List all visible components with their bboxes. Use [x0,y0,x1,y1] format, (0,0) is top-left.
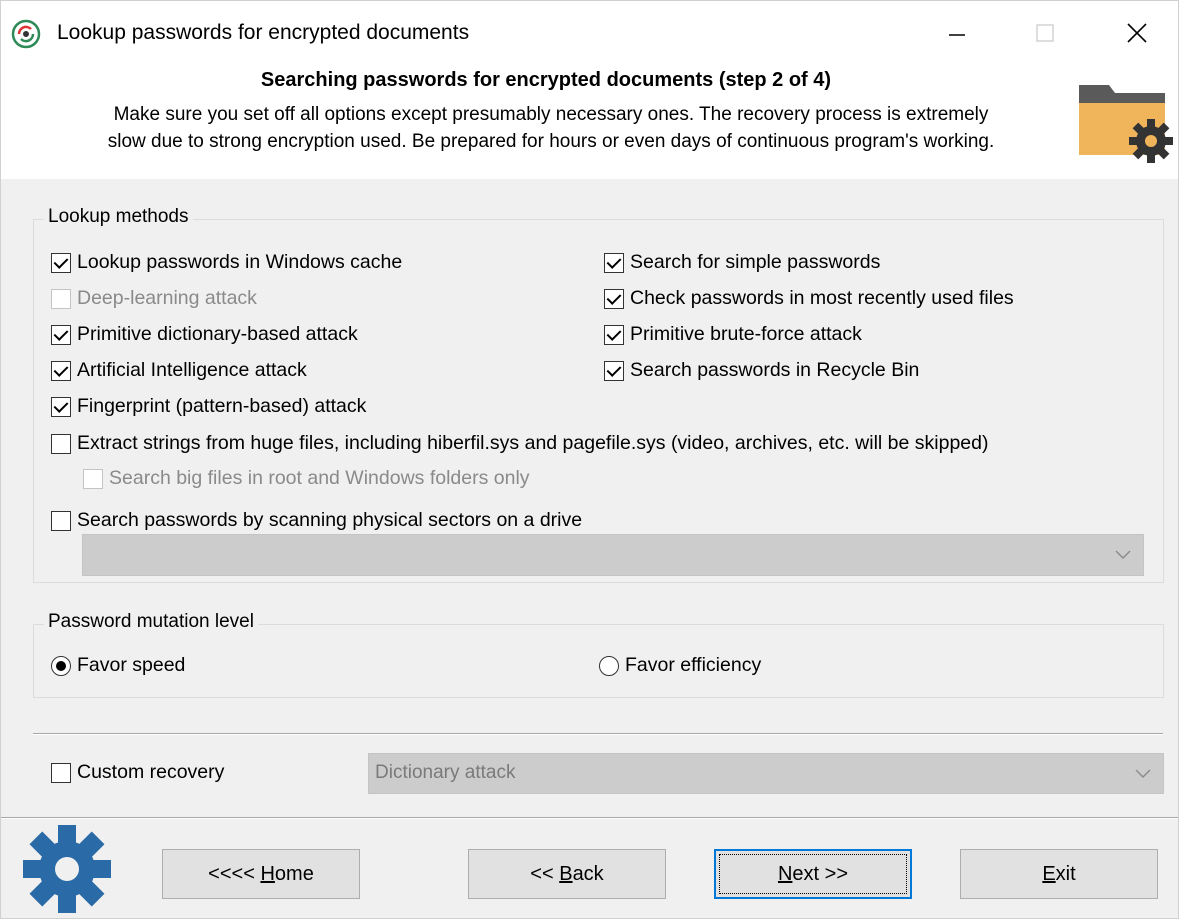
folder-gear-icon [1079,85,1173,163]
checkbox-box [83,468,103,489]
checkbox-box[interactable] [51,762,71,783]
checkbox-box[interactable] [604,288,624,309]
checkbox-label: Search passwords by scanning physical se… [77,509,583,531]
title-bar: Lookup passwords for encrypted documents [1,1,1178,63]
close-icon [1127,23,1147,43]
favor-efficiency-radio[interactable]: Favor efficiency [599,654,761,677]
step-description-line: slow due to strong encryption used. Be p… [107,131,995,152]
favor-speed-radio[interactable]: Favor speed [51,654,185,677]
next-button[interactable]: Next >> [714,849,912,899]
checkbox-box[interactable] [51,396,71,417]
maximize-button [1017,11,1073,55]
checkbox-box[interactable] [51,360,71,381]
recycle-bin-checkbox[interactable]: Search passwords in Recycle Bin [604,359,919,382]
checkbox-label: Search for simple passwords [630,251,881,273]
gear-icon [23,825,111,913]
exit-button[interactable]: Exit [960,849,1158,899]
checkbox-label: Primitive dictionary-based attack [77,323,358,345]
back-button[interactable]: << Back [468,849,666,899]
checkbox-label: Artificial Intelligence attack [77,359,307,381]
radio-circle[interactable] [51,655,71,676]
custom-recovery-select-value: Dictionary attack [375,762,516,783]
checkbox-label: Search big files in root and Windows fol… [109,467,530,489]
dictionary-attack-checkbox[interactable]: Primitive dictionary-based attack [51,323,358,346]
checkbox-label: Fingerprint (pattern-based) attack [77,395,367,417]
checkbox-box[interactable] [51,433,71,454]
exit-button-accesskey: E [1042,862,1056,885]
home-button-prefix: <<<< [208,862,261,885]
step-title: Searching passwords for encrypted docume… [260,69,832,91]
mutation-label: Password mutation level [44,611,258,633]
radio-label: Favor speed [77,654,186,676]
checkbox-box [51,288,71,309]
minimize-icon [949,34,965,36]
recent-files-checkbox[interactable]: Check passwords in most recently used fi… [604,287,1014,310]
step-description: Make sure you set off all options except… [21,101,1081,155]
lookup-methods-label: Lookup methods [44,206,193,228]
exit-button-rest: xit [1055,862,1076,885]
fingerprint-checkbox[interactable]: Fingerprint (pattern-based) attack [51,395,366,418]
checkbox-box[interactable] [604,360,624,381]
separator [1,817,1178,819]
physical-sectors-checkbox[interactable]: Search passwords by scanning physical se… [51,509,582,532]
checkbox-label: Search passwords in Recycle Bin [630,359,920,381]
separator [33,733,1163,735]
step-description-line: Make sure you set off all options except… [113,104,989,125]
windows-cache-checkbox[interactable]: Lookup passwords in Windows cache [51,251,402,274]
back-button-accesskey: B [559,862,573,885]
checkbox-label: Lookup passwords in Windows cache [77,251,403,273]
checkbox-box[interactable] [51,510,71,531]
deep-learning-checkbox: Deep-learning attack [51,287,257,310]
chevron-down-icon [1115,550,1131,559]
brute-force-checkbox[interactable]: Primitive brute-force attack [604,323,862,346]
app-refresh-icon [11,19,41,49]
extract-strings-checkbox[interactable]: Extract strings from huge files, includi… [51,432,989,455]
step-header: Searching passwords for encrypted docume… [1,63,1178,179]
back-button-prefix: << [530,862,560,885]
home-button-accesskey: H [260,862,275,885]
drive-select [82,534,1144,576]
checkbox-label: Extract strings from huge files, includi… [77,432,989,454]
close-button[interactable] [1109,11,1165,55]
window-title: Lookup passwords for encrypted documents [57,21,470,44]
checkbox-box[interactable] [604,324,624,345]
checkbox-box[interactable] [51,324,71,345]
simple-passwords-checkbox[interactable]: Search for simple passwords [604,251,880,274]
back-button-rest: ack [572,862,604,885]
checkbox-label: Custom recovery [77,761,225,783]
home-button-rest: ome [274,862,314,885]
checkbox-box[interactable] [51,252,71,273]
dialog-window: Lookup passwords for encrypted documents… [0,0,1179,919]
radio-circle[interactable] [599,655,619,676]
chevron-down-icon [1135,769,1151,778]
custom-recovery-checkbox[interactable]: Custom recovery [51,761,224,784]
ai-attack-checkbox[interactable]: Artificial Intelligence attack [51,359,307,382]
checkbox-label: Deep-learning attack [77,287,257,309]
checkbox-label: Check passwords in most recently used fi… [630,287,1014,309]
custom-recovery-select: Dictionary attack [368,753,1164,794]
checkbox-label: Primitive brute-force attack [630,323,862,345]
home-button[interactable]: <<<< Home [162,849,360,899]
big-files-root-checkbox: Search big files in root and Windows fol… [83,467,530,490]
focus-rect [719,854,907,894]
maximize-icon [1036,24,1054,42]
minimize-button[interactable] [929,11,985,55]
checkbox-box[interactable] [604,252,624,273]
radio-label: Favor efficiency [625,654,762,676]
